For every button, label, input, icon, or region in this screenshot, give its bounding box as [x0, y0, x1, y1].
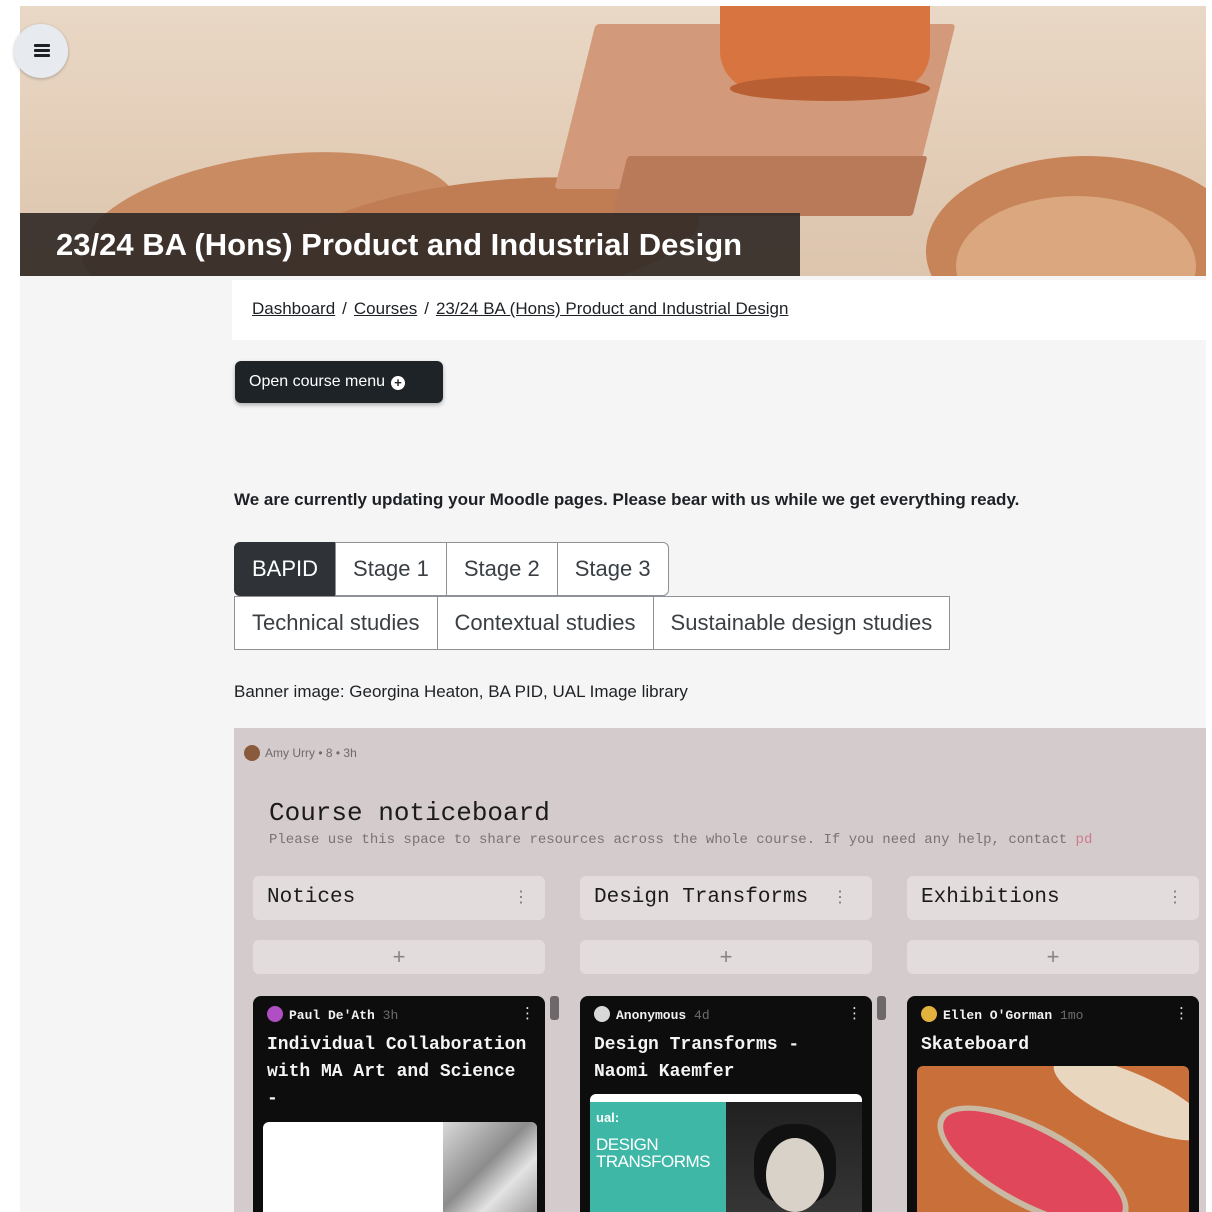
post-time: 1mo — [1060, 1008, 1084, 1023]
avatar — [244, 745, 260, 761]
breadcrumb-course[interactable]: 23/24 BA (Hons) Product and Industrial D… — [436, 299, 788, 318]
padlet-embed: Amy Urry • 8 • 3h Course noticeboard Ple… — [234, 728, 1206, 1212]
post-title: Individual Collaboration with MA Art and… — [267, 1035, 527, 1109]
column-header: Notices ⋮ — [253, 876, 545, 920]
avatar — [594, 1006, 610, 1022]
padlet-title: Course noticeboard — [269, 798, 550, 828]
add-post-button[interactable]: + — [580, 940, 872, 974]
column-header: Exhibitions ⋮ — [907, 876, 1199, 920]
open-course-menu-label: Open course menu — [249, 373, 386, 390]
kebab-icon[interactable]: ⋮ — [520, 1004, 535, 1022]
course-title: 23/24 BA (Hons) Product and Industrial D… — [20, 213, 800, 276]
post-image — [263, 1122, 537, 1212]
tab-bapid[interactable]: BAPID — [234, 542, 337, 596]
add-post-button[interactable]: + — [253, 940, 545, 974]
breadcrumb-separator: / — [424, 299, 429, 318]
post-card[interactable]: Anonymous 4d ⋮ Design Transforms - Naomi… — [580, 996, 872, 1212]
padlet-description: Please use this space to share resources… — [269, 832, 1092, 848]
kebab-icon[interactable]: ⋮ — [513, 876, 529, 920]
tab-sustainable-design-studies[interactable]: Sustainable design studies — [652, 596, 951, 650]
padlet-author-meta: • 8 • 3h — [318, 746, 357, 760]
post-card[interactable]: Paul De'Ath 3h ⋮ Individual Collaboratio… — [253, 996, 545, 1212]
padlet-description-text: Please use this space to share resources… — [269, 832, 1068, 848]
post-author-name: Anonymous — [616, 1008, 687, 1023]
breadcrumb-courses[interactable]: Courses — [354, 299, 417, 318]
padlet-column-exhibitions: Exhibitions ⋮ + Ellen O'Gorman 1mo ⋮ Ska… — [907, 876, 1199, 1212]
post-time: 4d — [694, 1008, 710, 1023]
tab-contextual-studies[interactable]: Contextual studies — [436, 596, 654, 650]
column-title: Exhibitions — [921, 886, 1060, 909]
banner-credit: Banner image: Georgina Heaton, BA PID, U… — [234, 682, 688, 701]
post-author: Paul De'Ath 3h — [267, 1006, 398, 1023]
tab-technical-studies[interactable]: Technical studies — [234, 596, 438, 650]
avatar — [921, 1006, 937, 1022]
left-gutter — [20, 276, 232, 1212]
column-title: Notices — [267, 886, 356, 909]
studies-tabs: Technical studies Contextual studies Sus… — [234, 596, 951, 650]
drawer-toggle-icon — [34, 44, 50, 58]
drawer-toggle-button[interactable] — [14, 24, 68, 78]
tab-stage-1[interactable]: Stage 1 — [335, 542, 447, 596]
post-title: Design Transforms - Naomi Kaemfer — [594, 1035, 800, 1082]
stage-tabs: BAPID Stage 1 Stage 2 Stage 3 — [234, 542, 669, 596]
padlet-author-name: Amy Urry — [265, 746, 315, 760]
avatar — [267, 1006, 283, 1022]
post-title: Skateboard — [921, 1035, 1030, 1055]
post-time: 3h — [382, 1008, 399, 1023]
tab-stage-3[interactable]: Stage 3 — [556, 542, 669, 596]
column-title: Design Transforms — [594, 886, 809, 909]
padlet-author: Amy Urry • 8 • 3h — [244, 745, 357, 761]
kebab-icon[interactable]: ⋮ — [832, 876, 848, 920]
tab-stage-2[interactable]: Stage 2 — [445, 542, 558, 596]
post-author-name: Paul De'Ath — [289, 1008, 375, 1023]
kebab-icon[interactable]: ⋮ — [1174, 1004, 1189, 1022]
scrollbar-handle[interactable] — [877, 996, 886, 1020]
padlet-description-link[interactable]: pd — [1076, 832, 1093, 848]
kebab-icon[interactable]: ⋮ — [1167, 876, 1183, 920]
post-author: Ellen O'Gorman 1mo — [921, 1006, 1083, 1023]
post-card[interactable]: Ellen O'Gorman 1mo ⋮ Skateboard — [907, 996, 1199, 1212]
open-course-menu-button[interactable]: Open course menu + — [235, 361, 443, 403]
post-image: ual: DESIGN TRANSFORMS — [590, 1094, 862, 1212]
image-brand: ual: — [596, 1110, 620, 1125]
add-post-button[interactable]: + — [907, 940, 1199, 974]
breadcrumb-separator: / — [342, 299, 347, 318]
scrollbar-handle[interactable] — [550, 996, 559, 1020]
breadcrumb-dashboard[interactable]: Dashboard — [252, 299, 335, 318]
plus-circle-icon: + — [391, 376, 406, 390]
breadcrumb: Dashboard / Courses / 23/24 BA (Hons) Produc… — [252, 299, 788, 319]
post-author: Anonymous 4d — [594, 1006, 710, 1023]
padlet-column-notices: Notices ⋮ + Paul De'Ath 3h ⋮ Individual … — [253, 876, 559, 1212]
image-text: DESIGN TRANSFORMS — [596, 1135, 711, 1171]
post-author-name: Ellen O'Gorman — [943, 1008, 1053, 1023]
post-image — [917, 1066, 1189, 1212]
column-header: Design Transforms ⋮ — [580, 876, 872, 920]
update-notice: We are currently updating your Moodle pa… — [234, 490, 1020, 509]
padlet-column-design-transforms: Design Transforms ⋮ + Anonymous 4d ⋮ Des… — [580, 876, 886, 1212]
kebab-icon[interactable]: ⋮ — [847, 1004, 862, 1022]
